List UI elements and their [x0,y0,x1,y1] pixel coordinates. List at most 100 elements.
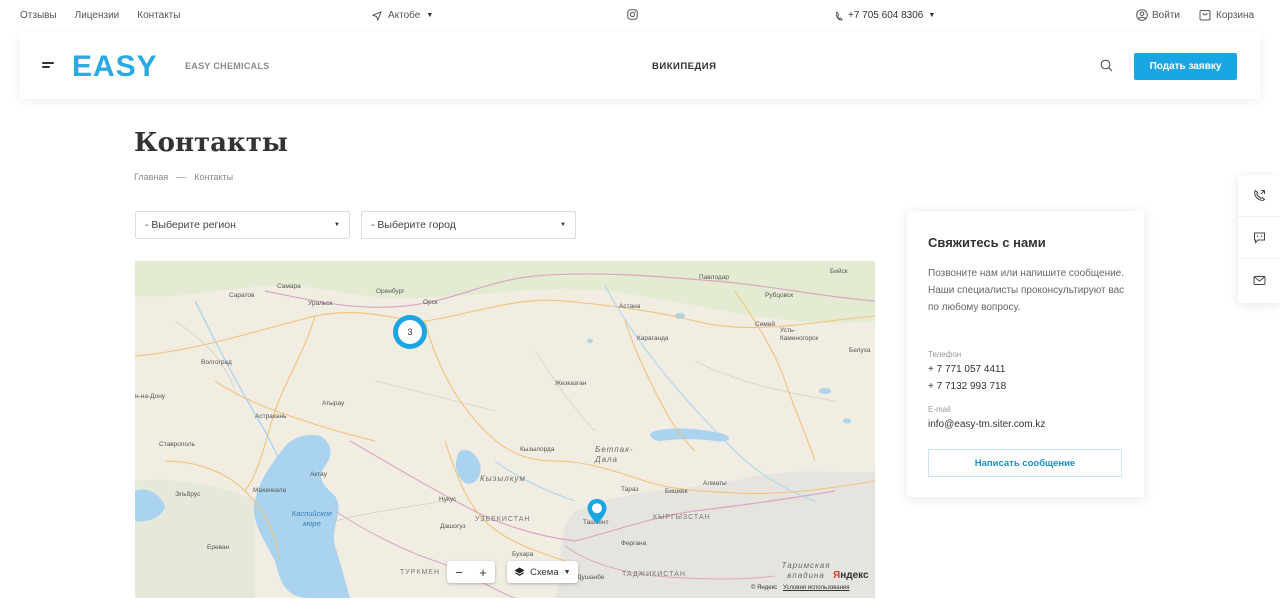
city-selector[interactable]: Актобе ▼ [372,10,433,21]
map-label: Дашогуз [440,523,466,530]
chat-icon[interactable] [1238,217,1280,259]
copyright-text: © Яндекс [751,585,778,591]
map-label: ТУРКМЕН [400,569,441,576]
map[interactable]: Саратов Самара Уральск Оренбург Орск Аст… [135,261,875,598]
yandex-logo-text: Яндекс [833,570,869,581]
map-copyright: © Яндекс Условия использования [751,585,850,591]
map-label: Жезказган [555,380,587,387]
map-label: Орск [423,299,438,306]
map-label: Караганда [637,335,669,342]
map-type-selector[interactable]: Схема ▼ [507,561,578,583]
breadcrumb-home[interactable]: Главная [134,172,168,182]
map-label: н-на-Дону [135,393,166,400]
map-pin-icon[interactable] [586,498,608,531]
map-label: ТАДЖИКИСТАН [622,571,686,578]
map-label: Тараз [621,486,639,493]
instagram-icon[interactable] [627,9,638,23]
menu-icon[interactable] [42,62,54,70]
map-label: Астана [619,303,641,310]
submit-request-button[interactable]: Подать заявку [1134,53,1237,80]
map-label: Саратов [229,292,255,299]
zoom-in-button[interactable]: + [471,561,495,583]
map-label: Рубцовск [765,292,794,299]
zoom-controls: − + [447,561,495,583]
map-label: УЗБЕКИСТАН [475,516,531,523]
city-select-value: - Выберите город [371,219,456,231]
chevron-down-icon: ▼ [426,12,434,19]
yandex-logo[interactable]: Яндекс [833,570,869,581]
callback-icon[interactable] [1238,175,1280,217]
phone-number: +7 705 604 8306 [848,10,924,21]
breadcrumb-separator [176,176,187,178]
map-label: Волгоград [201,359,232,366]
phone-label: Телефон [928,350,962,359]
location-arrow-icon [372,10,382,21]
map-label: Уральск [308,300,333,307]
map-label: Эльбрус [175,491,201,498]
site-header: EASY EASY CHEMICALS ВИКИПЕДИЯ Подать зая… [20,32,1260,99]
page-title: Контакты [134,128,288,158]
map-label: Душанбе [577,574,605,581]
map-label: Бийск [830,268,848,275]
login-link[interactable]: Войти [1136,9,1180,21]
map-label: Актау [310,471,327,478]
top-link-reviews[interactable]: Отзывы [20,10,57,21]
map-label: КЫРГЫЗСТАН [653,514,711,521]
login-label: Войти [1152,9,1180,21]
region-select[interactable]: - Выберите регион ▼ [135,211,350,239]
email-link[interactable]: info@easy-tm.siter.com.kz [928,419,1045,430]
map-label: Бетпак-Дала [595,445,634,464]
map-label: Таримская впадина [781,561,831,580]
phone-link[interactable]: + 7 771 057 4411 [928,364,1005,375]
map-label: Усть-Каменогорск [780,327,819,342]
contact-card: Свяжитесь с нами Позвоните нам или напиш… [907,211,1144,497]
contact-title: Свяжитесь с нами [928,235,1046,250]
write-message-button[interactable]: Написать сообщение [928,449,1122,477]
cart-label: Корзина [1216,9,1255,21]
top-bar: Отзывы Лицензии Контакты Актобе ▼ +7 705… [0,0,1280,32]
map-label: Самара [277,283,301,290]
city-select[interactable]: - Выберите город ▼ [361,211,576,239]
map-label: Фергана [621,540,647,547]
search-icon[interactable] [1100,59,1113,77]
phone-link[interactable]: + 7 7132 993 718 [928,381,1006,392]
map-label: Белуха [849,347,871,354]
map-label: Ставрополь [159,441,196,448]
map-label: Кызылкум [480,474,526,483]
logo-subtitle: EASY CHEMICALS [185,61,270,71]
chevron-down-icon: ▼ [563,568,571,576]
top-link-contacts[interactable]: Контакты [137,10,180,21]
email-label: E-mail [928,405,951,414]
map-label: Каспийское море [291,509,333,528]
map-background [135,261,875,598]
top-link-licenses[interactable]: Лицензии [75,10,120,21]
top-links: Отзывы Лицензии Контакты [20,10,180,21]
nav-item-wiki[interactable]: ВИКИПЕДИЯ [652,61,716,72]
cart-icon [1199,10,1211,21]
map-label: Бишкек [665,488,688,495]
contact-description: Позвоните нам или напишите сообщение. На… [928,268,1125,313]
map-label: Махачкала [253,487,287,494]
map-label: Атырау [322,400,345,407]
mail-icon[interactable] [1238,259,1280,301]
city-label: Актобе [388,10,421,21]
terms-link[interactable]: Условия использования [783,585,850,591]
cart-link[interactable]: Корзина [1199,9,1254,21]
map-label: Бухара [512,551,534,558]
user-icon [1136,9,1148,21]
map-label: Астрахань [255,413,287,420]
logo[interactable]: EASY [72,52,158,82]
side-widget-panel [1238,175,1280,303]
map-label: Кызылорда [520,446,555,453]
phone-selector[interactable]: +7 705 604 8306 ▼ [835,10,935,21]
breadcrumb: Главная Контакты [134,172,233,182]
map-label: Оренбург [376,288,405,295]
map-label: Алматы [703,480,727,487]
map-label: Павлодар [699,274,729,281]
map-label: Семей [755,321,776,328]
chevron-down-icon: ▼ [560,222,566,228]
map-cluster-marker[interactable]: 3 [393,315,427,349]
zoom-out-button[interactable]: − [447,561,471,583]
chevron-down-icon: ▼ [334,222,340,228]
chevron-down-icon: ▼ [928,12,936,19]
